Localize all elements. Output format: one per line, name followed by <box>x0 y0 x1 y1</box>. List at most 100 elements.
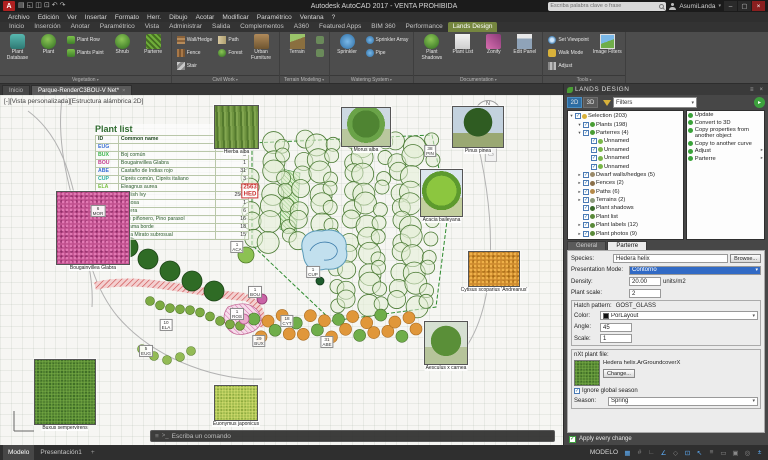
sprinkler-array-button[interactable]: Sprinkler Array <box>364 34 411 46</box>
zonify-button[interactable]: Zonify <box>479 33 508 56</box>
viewport-controls[interactable]: [-][Vista personalizada][Estructura alám… <box>4 98 143 105</box>
new-layout-button[interactable]: + <box>88 449 98 456</box>
image-filters-button[interactable]: Image Filters <box>593 33 622 56</box>
tree-item-paths-6[interactable]: ▸✓Paths (6) <box>569 188 682 196</box>
browse-button[interactable]: Browse... <box>730 254 761 263</box>
expand-arrow-icon[interactable]: ▸ <box>761 148 763 153</box>
pond[interactable] <box>302 230 347 270</box>
polar-tracking-icon[interactable]: ∠ <box>658 447 669 458</box>
ribbon-tab-a360[interactable]: A360 <box>289 22 314 32</box>
palette-menu-icon[interactable]: ≡ <box>748 87 756 93</box>
command-prompt-text[interactable]: Escriba un comando <box>172 433 231 440</box>
visibility-checkbox[interactable]: ✓ <box>583 214 589 220</box>
ribbon-tab-complementos[interactable]: Complementos <box>235 22 289 32</box>
sprinkler-button[interactable]: Sprinkler <box>333 33 362 56</box>
plan-label-bou[interactable]: 1BOU <box>248 286 262 298</box>
close-tab-icon[interactable]: × <box>122 86 125 96</box>
fence-button[interactable]: Fence <box>175 47 215 59</box>
visibility-checkbox[interactable]: ✓ <box>583 197 589 203</box>
menu-[interactable]: ? <box>328 14 340 21</box>
plan-label-aca[interactable]: 1ACA <box>230 241 243 253</box>
visibility-checkbox[interactable]: ✓ <box>583 122 589 128</box>
new-file-icon[interactable]: ▤ <box>18 1 25 11</box>
presentation-mode-select[interactable]: Contorno ▾ <box>629 266 761 275</box>
scale-input[interactable]: 1 <box>600 334 632 343</box>
save-icon[interactable]: ◫ <box>35 1 42 11</box>
collapse-arrow-icon[interactable]: ▾ <box>577 122 582 128</box>
plant-photo-morus-alba[interactable]: Morus alba <box>341 107 391 147</box>
visibility-checkbox[interactable]: ✓ <box>591 155 597 161</box>
plant-database-button[interactable]: Plant Database <box>3 33 32 62</box>
redo-icon[interactable]: ↷ <box>60 1 66 11</box>
object-snap-tracking-icon[interactable]: ↖ <box>694 447 705 458</box>
urban-furniture-button[interactable]: Urban Furniture <box>247 33 276 62</box>
density-input[interactable]: 20.00 <box>629 277 661 286</box>
visibility-checkbox[interactable]: ✓ <box>575 113 581 119</box>
terrain-button[interactable]: Terrain <box>283 33 312 56</box>
menu-edici-n[interactable]: Edición <box>34 14 63 21</box>
tree-item-unnamed[interactable]: ✓Unnamed <box>569 162 682 170</box>
tree-item-unnamed[interactable]: ✓Unnamed <box>569 154 682 162</box>
isodraft-icon[interactable]: ◇ <box>670 447 681 458</box>
adjust-button[interactable]: Adjust <box>546 60 590 72</box>
menu-ventana[interactable]: Ventana <box>296 14 328 21</box>
plan-label-pin[interactable]: 38PIN <box>424 145 436 157</box>
tree-item-plants-198[interactable]: ▾✓Plants (198) <box>569 120 682 128</box>
dynamic-input-icon[interactable]: ≡ <box>706 447 717 458</box>
ribbon-tab-lands-design[interactable]: Lands Design <box>448 22 498 32</box>
collapse-arrow-icon[interactable]: ▾ <box>577 130 582 136</box>
plan-label-hed[interactable]: 2563HED <box>241 183 258 198</box>
action-parterre[interactable]: Parterre▸ <box>688 156 763 162</box>
tree-item-dwarf-walls-hedges-5[interactable]: ▸✓Dwarf walls/hedges (5) <box>569 171 682 179</box>
visibility-checkbox[interactable]: ✓ <box>583 130 589 136</box>
undo-icon[interactable]: ↶ <box>52 1 58 11</box>
plant-list-button[interactable]: Plant List <box>448 33 477 56</box>
edit-panel-button[interactable]: Edit Panel <box>510 33 539 56</box>
ribbon-tab-inserci-n[interactable]: Inserción <box>29 22 65 32</box>
visibility-checkbox[interactable]: ✓ <box>591 147 597 153</box>
ignore-global-season-checkbox[interactable]: ✓ <box>574 388 580 394</box>
refresh-selection-button[interactable]: ▸ <box>754 97 765 108</box>
maximize-button[interactable]: ▢ <box>738 1 751 11</box>
expand-arrow-icon[interactable]: ▸ <box>577 189 582 195</box>
plan-label-abe[interactable]: 31ABE <box>320 336 333 348</box>
minimize-button[interactable]: – <box>724 1 737 11</box>
drawing-area[interactable]: [-][Vista personalizada][Estructura alám… <box>0 95 563 445</box>
menu-modificar[interactable]: Modificar <box>218 14 252 21</box>
annotation-scale-icon[interactable]: ± <box>754 447 765 458</box>
action-convert-to-3d[interactable]: Convert to 3D <box>688 120 763 126</box>
signed-in-user[interactable]: AsumiLanda <box>679 3 715 10</box>
ribbon-tab-anotar[interactable]: Anotar <box>66 22 95 32</box>
tree-item-parterres-4[interactable]: ▾✓Parterres (4) <box>569 129 682 137</box>
ribbon-tab-param-trico[interactable]: Paramétrico <box>95 22 140 32</box>
action-copy-properties-from-another-object[interactable]: Copy properties from another object <box>688 127 763 139</box>
shrub-button[interactable]: Shrub <box>108 33 137 56</box>
plot-icon[interactable]: ⊡ <box>44 1 50 11</box>
ribbon-tab-salida[interactable]: Salida <box>207 22 235 32</box>
tree-item-plant-photos-9[interactable]: ▸✓Plant photos (9) <box>569 229 682 237</box>
ribbon-tab-administrar[interactable]: Administrar <box>164 22 207 32</box>
collapse-arrow-icon[interactable]: ▾ <box>569 113 574 119</box>
expand-arrow-icon[interactable]: ▸ <box>577 172 582 178</box>
tree-item-unnamed[interactable]: ✓Unnamed <box>569 146 682 154</box>
forest-button[interactable]: Forest <box>216 47 244 59</box>
apply-every-change-checkbox[interactable]: ✓ <box>569 436 576 443</box>
ribbon-tab-featured-apps[interactable]: Featured Apps <box>314 22 366 32</box>
layout-tab-presentaci-n1[interactable]: Presentación1 <box>35 445 87 460</box>
plant-photo-euonymus-japonicus[interactable]: Euonymus japonicus <box>214 385 258 421</box>
ribbon-tab-performance[interactable]: Performance <box>400 22 447 32</box>
pipe-button[interactable]: Pipe <box>364 47 411 59</box>
plant-scale-input[interactable]: 2 <box>629 289 661 298</box>
visibility-checkbox[interactable]: ✓ <box>583 222 589 228</box>
filters-dropdown[interactable]: Filters ▾ <box>613 97 697 108</box>
menu-dibujo[interactable]: Dibujo <box>165 14 191 21</box>
plant-button[interactable]: Plant <box>34 33 63 56</box>
plan-label-mor[interactable]: 6MOR <box>91 205 106 217</box>
open-file-icon[interactable]: ◱ <box>27 1 34 11</box>
lineweight-icon[interactable]: ▭ <box>718 447 729 458</box>
autocad-logo-icon[interactable]: A <box>3 1 15 11</box>
menu-herr[interactable]: Herr. <box>143 14 165 21</box>
menu-ver[interactable]: Ver <box>63 14 81 21</box>
tree-item-plant-labels-12[interactable]: ▸✓Plant labels (12) <box>569 221 682 229</box>
ribbon-tab-bim-360[interactable]: BIM 360 <box>366 22 400 32</box>
